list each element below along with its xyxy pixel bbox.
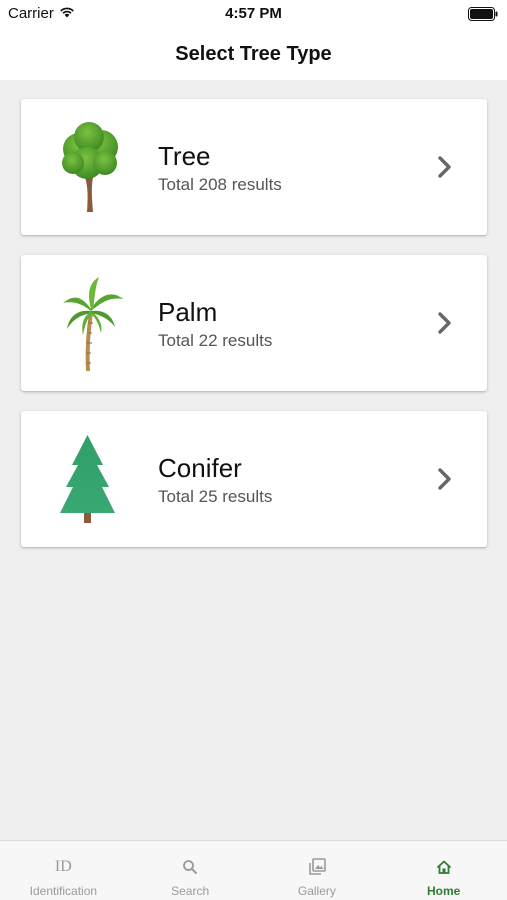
id-icon: ID [54, 858, 72, 875]
tab-home[interactable]: Home [380, 841, 507, 900]
tab-search[interactable]: Search [127, 841, 254, 900]
status-time: 4:57 PM [225, 5, 282, 22]
status-bar: Carrier 4:57 PM [0, 0, 507, 28]
home-icon [436, 853, 452, 881]
tree-type-card-palm[interactable]: Palm Total 22 results [21, 255, 487, 391]
tree-type-list: Tree Total 208 results Palm Total 22 res [0, 80, 507, 840]
navigation-bar: Select Tree Type [0, 28, 507, 80]
tree-type-name: Palm [158, 297, 218, 327]
broadleaf-tree-icon [51, 117, 131, 217]
gallery-icon [308, 853, 326, 881]
tree-type-name: Tree [158, 141, 211, 171]
bottom-tab-bar: ID Identification Search Gallery Home [0, 840, 507, 900]
tree-type-card-conifer[interactable]: Conifer Total 25 results [21, 411, 487, 547]
tab-label: Identification [29, 884, 98, 898]
tab-identification[interactable]: ID Identification [0, 841, 127, 900]
tab-label: Search [171, 884, 210, 898]
search-icon [182, 853, 198, 881]
tree-type-count: Total 208 results [158, 175, 282, 194]
chevron-right-icon [437, 467, 453, 496]
tree-type-card-tree[interactable]: Tree Total 208 results [21, 99, 487, 235]
tree-type-count: Total 25 results [158, 487, 273, 506]
palm-tree-icon [51, 273, 131, 373]
conifer-tree-icon [51, 429, 131, 529]
tab-label: Home [426, 884, 461, 898]
battery-icon [468, 7, 498, 25]
page-title: Select Tree Type [175, 42, 332, 65]
tab-label: Gallery [297, 884, 336, 898]
tree-type-name: Conifer [158, 453, 242, 483]
tree-type-count: Total 22 results [158, 331, 273, 350]
tab-gallery[interactable]: Gallery [254, 841, 381, 900]
chevron-right-icon [437, 311, 453, 340]
chevron-right-icon [437, 155, 453, 184]
